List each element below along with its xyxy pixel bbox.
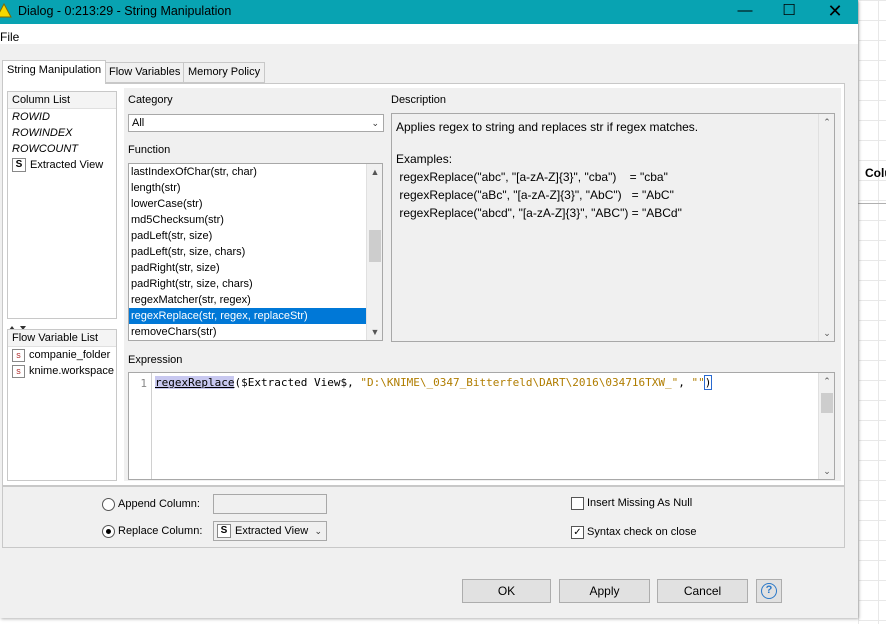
syntax-check-checkbox[interactable]: ✓ — [571, 526, 584, 539]
function-item[interactable]: removeChars(str) — [129, 324, 382, 340]
description-line: Applies regex to string and replaces str… — [396, 120, 699, 134]
description-box: Applies regex to string and replaces str… — [391, 113, 835, 342]
scroll-up-icon[interactable]: ⌃ — [819, 373, 835, 389]
scroll-up-icon[interactable]: ▲ — [367, 164, 382, 180]
code-string-literal: "D:\KNIME\_0347_Bitterfeld\DART\2016\034… — [360, 376, 679, 389]
code-bracket-match: ) — [703, 375, 713, 390]
menu-file[interactable]: File — [0, 30, 19, 44]
scroll-up-icon[interactable]: ⌃ — [819, 114, 835, 130]
string-variable-icon: s — [12, 364, 25, 378]
function-item[interactable]: md5Checksum(str) — [129, 212, 382, 228]
scroll-thumb[interactable] — [369, 230, 381, 262]
minimize-button[interactable]: — — [722, 0, 768, 24]
chevron-down-icon: ⌄ — [314, 526, 322, 536]
description-line: regexReplace("abcd", "[a-zA-Z]{3}", "ABC… — [396, 206, 682, 220]
column-item-rowcount[interactable]: ROWCOUNT — [8, 141, 116, 157]
code-args: ($Extracted View$, — [234, 376, 361, 389]
function-label: Function — [128, 144, 171, 156]
menu-bar: File — [0, 24, 858, 44]
flow-variable-list-header: Flow Variable List — [8, 330, 116, 347]
maximize-button[interactable]: ☐ — [766, 0, 812, 24]
expression-scrollbar[interactable]: ⌃ ⌄ — [818, 373, 834, 479]
cancel-button[interactable]: Cancel — [657, 579, 748, 603]
chevron-down-icon: ⌄ — [371, 118, 379, 128]
dialog-window: Dialog - 0:213:29 - String Manipulation … — [0, 0, 858, 618]
help-icon: ? — [761, 583, 777, 599]
append-column-label: Append Column: — [118, 498, 200, 510]
function-item[interactable]: padRight(str, size, chars) — [129, 276, 382, 292]
description-line: Examples: — [396, 152, 453, 166]
insert-missing-label: Insert Missing As Null — [587, 497, 693, 509]
column-list: Column List ROWID ROWINDEX ROWCOUNT S Ext… — [7, 91, 117, 319]
window-title: Dialog - 0:213:29 - String Manipulation — [18, 4, 232, 18]
function-item[interactable]: regexMatcher(str, regex) — [129, 292, 382, 308]
replace-column-dropdown[interactable]: S Extracted View ⌄ — [213, 521, 327, 541]
scroll-down-icon[interactable]: ⌄ — [819, 463, 835, 479]
column-item-extracted-view[interactable]: S Extracted View — [8, 157, 116, 173]
tab-flow-variables[interactable]: Flow Variables — [104, 62, 186, 83]
string-variable-icon: s — [12, 348, 25, 362]
code-function-token: regexReplace — [155, 376, 235, 389]
scroll-down-icon[interactable]: ⌄ — [819, 325, 835, 341]
close-button[interactable]: ✕ — [812, 0, 858, 24]
insert-missing-checkbox[interactable] — [571, 497, 584, 510]
replace-column-radio[interactable] — [102, 525, 115, 538]
expression-code[interactable]: regexReplace($Extracted View$, "D:\KNIME… — [155, 375, 713, 390]
flow-variable-item[interactable]: s knime.workspace — [8, 363, 116, 379]
line-gutter: 1 — [129, 373, 152, 479]
description-line: regexReplace("aBc", "[a-zA-Z]{3}", "AbC"… — [396, 188, 674, 202]
function-item[interactable]: length(str) — [129, 180, 382, 196]
line-number: 1 — [140, 377, 147, 390]
string-type-icon: S — [217, 524, 231, 539]
title-bar[interactable]: Dialog - 0:213:29 - String Manipulation … — [0, 0, 858, 24]
string-type-icon: S — [12, 158, 26, 173]
flow-variable-label: companie_folder — [29, 349, 111, 361]
function-item[interactable]: lastIndexOfChar(str, char) — [129, 164, 382, 180]
function-scrollbar[interactable]: ▲ ▼ — [366, 164, 382, 340]
column-item-label: Extracted View — [30, 159, 104, 171]
code-separator: , — [678, 376, 692, 389]
replace-column-label: Replace Column: — [118, 525, 203, 537]
append-column-input[interactable] — [213, 494, 327, 514]
function-item[interactable]: regexReplace(str, regex, replaceStr) — [129, 308, 382, 324]
splitter-handle[interactable] — [7, 320, 117, 330]
function-item[interactable]: padRight(str, size) — [129, 260, 382, 276]
function-list[interactable]: lastIndexOfChar(str, char) length(str) low… — [128, 163, 383, 341]
function-item[interactable]: padLeft(str, size) — [129, 228, 382, 244]
code-string-literal: "" — [691, 376, 705, 389]
category-dropdown[interactable]: All ⌄ — [128, 114, 384, 132]
description-label: Description — [391, 94, 447, 106]
canvas-column-header: Colu — [865, 166, 886, 180]
expression-editor[interactable]: 1 regexReplace($Extracted View$, "D:\KNI… — [128, 372, 835, 480]
column-item-rowindex[interactable]: ROWINDEX — [8, 125, 116, 141]
category-value: All — [132, 117, 145, 129]
flow-variable-item[interactable]: s companie_folder — [8, 347, 116, 363]
options-panel — [2, 486, 845, 548]
flow-variable-list: Flow Variable List s companie_folder s kni… — [7, 329, 117, 481]
knime-warning-icon — [0, 3, 12, 18]
ok-button[interactable]: OK — [462, 579, 551, 603]
scroll-down-icon[interactable]: ▼ — [367, 324, 382, 340]
workflow-canvas — [858, 0, 886, 624]
flow-variable-label: knime.workspace — [29, 365, 114, 377]
column-list-header: Column List — [8, 92, 116, 109]
replace-column-value: Extracted View — [235, 525, 309, 537]
scroll-thumb[interactable] — [821, 393, 833, 413]
function-items: lastIndexOfChar(str, char) length(str) low… — [129, 164, 382, 340]
tab-memory-policy[interactable]: Memory Policy — [183, 62, 266, 83]
help-button[interactable]: ? — [756, 579, 782, 603]
apply-button[interactable]: Apply — [559, 579, 650, 603]
expression-label: Expression — [128, 354, 183, 366]
category-label: Category — [128, 94, 173, 106]
description-line: regexReplace("abc", "[a-zA-Z]{3}", "cba"… — [396, 170, 668, 184]
checkmark-icon: ✓ — [573, 527, 582, 538]
column-item-rowid[interactable]: ROWID — [8, 109, 116, 125]
append-column-radio[interactable] — [102, 498, 115, 511]
function-item[interactable]: padLeft(str, size, chars) — [129, 244, 382, 260]
description-scrollbar[interactable]: ⌃ ⌄ — [818, 114, 834, 341]
canvas-divider — [858, 203, 886, 204]
tab-string-manipulation[interactable]: String Manipulation — [2, 60, 107, 84]
function-item[interactable]: lowerCase(str) — [129, 196, 382, 212]
syntax-check-label: Syntax check on close — [587, 526, 697, 538]
